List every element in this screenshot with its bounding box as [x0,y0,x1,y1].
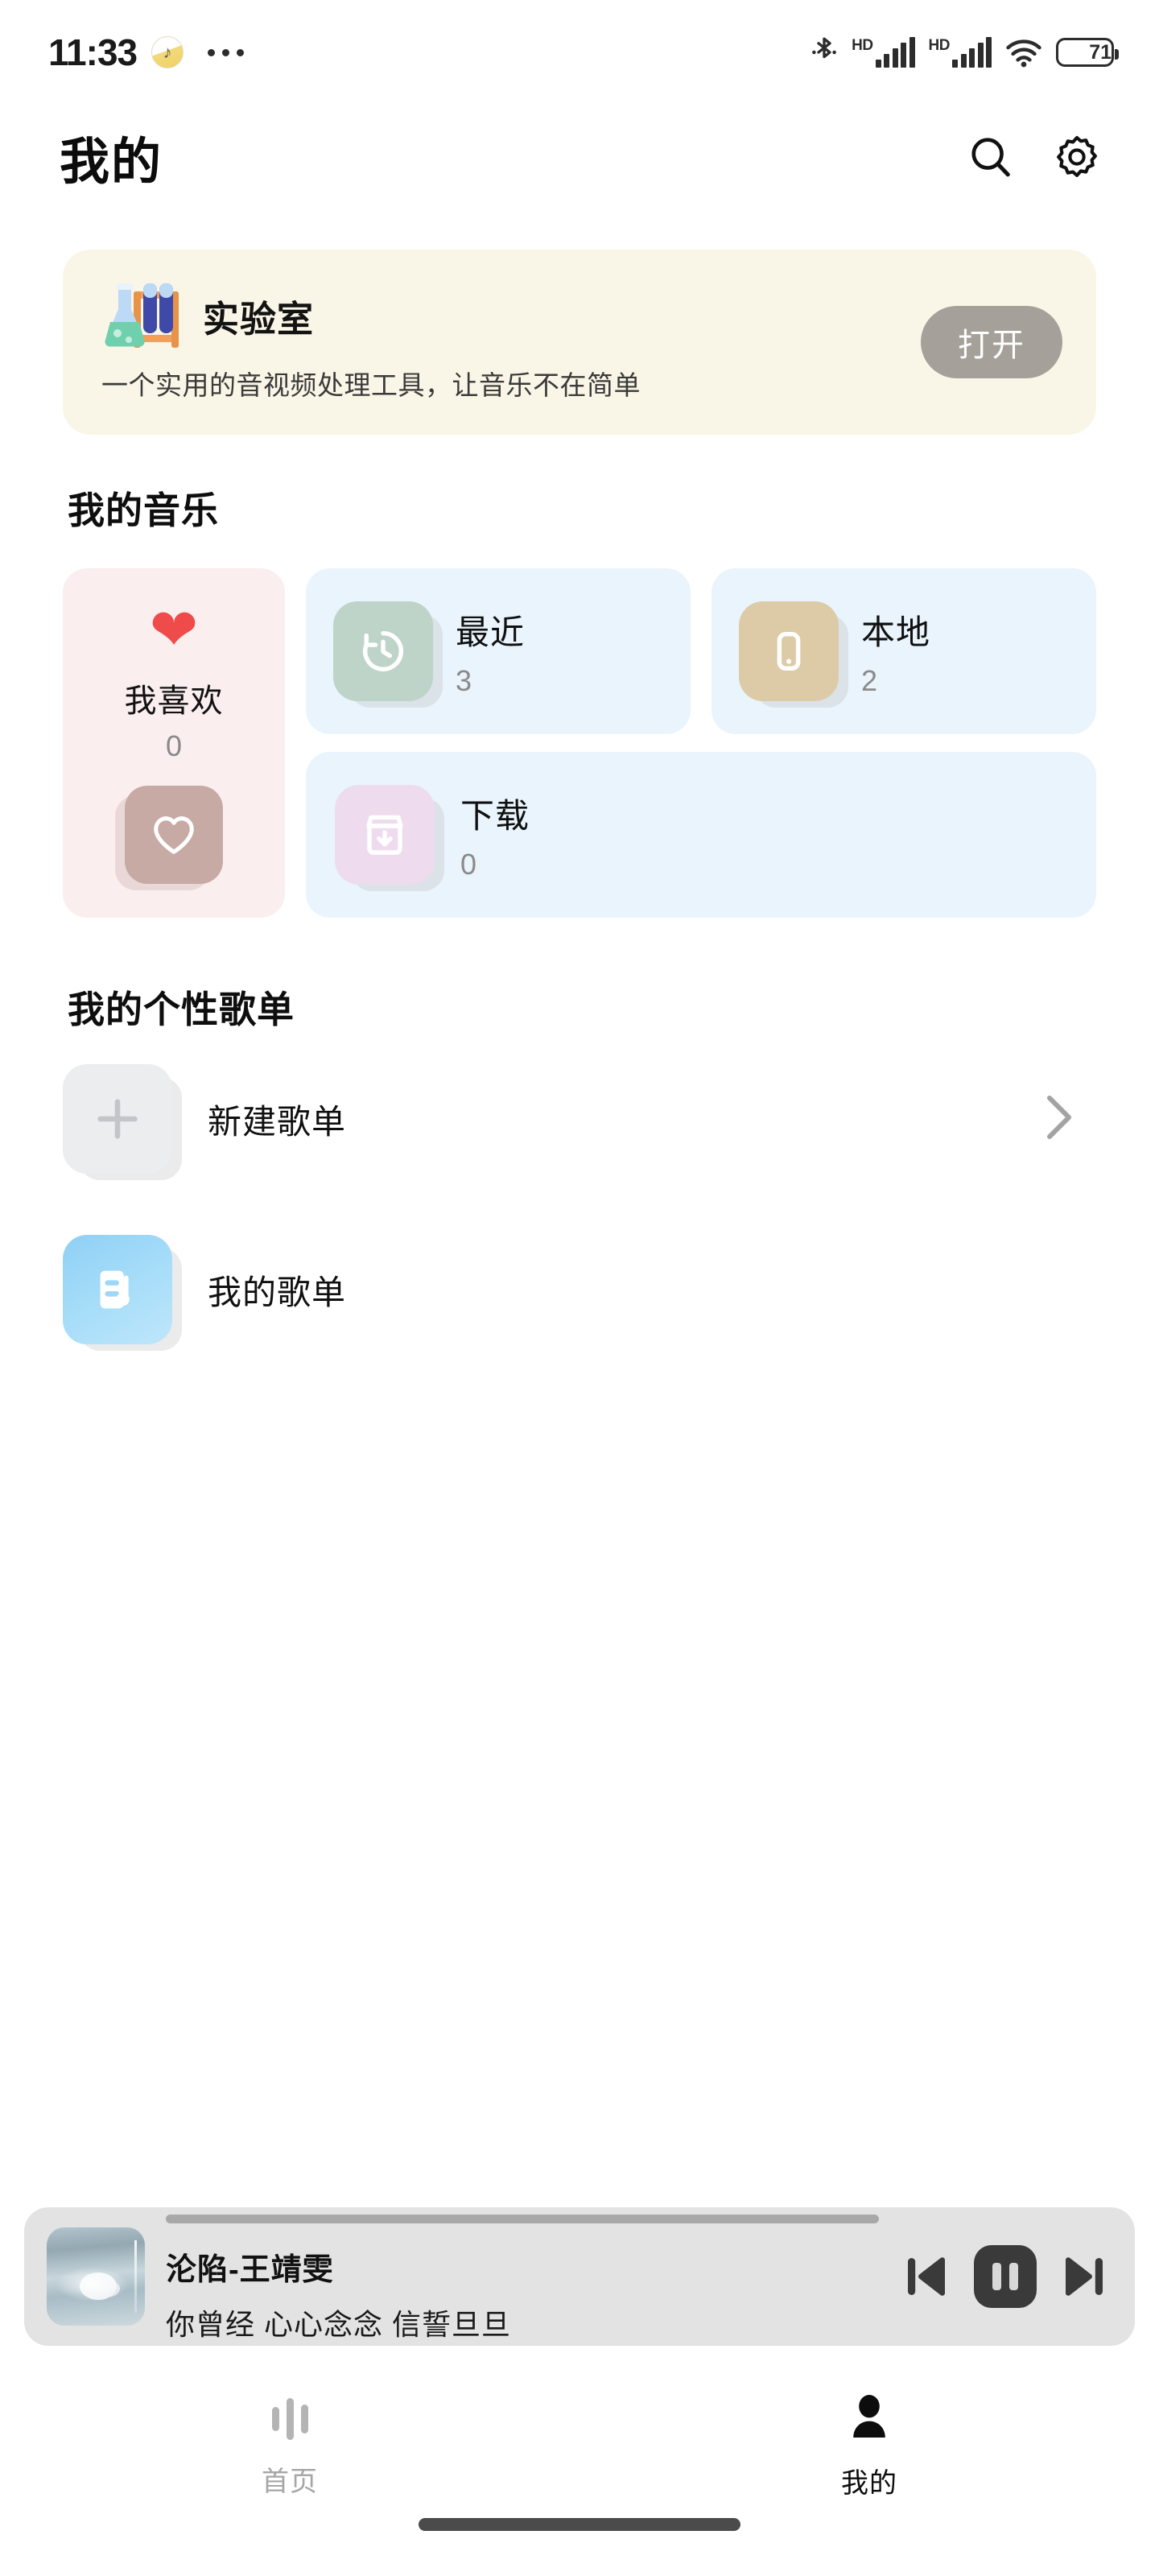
heart-filled-icon: ❤ [149,598,199,663]
lab-banner-top: 实验室 [98,277,1064,354]
chevron-right-icon[interactable] [1041,1093,1075,1146]
equalizer-icon [271,2396,308,2442]
lab-banner-card[interactable]: 实验室 一个实用的音视频处理工具，让音乐不在简单 打开 [63,250,1096,435]
mini-player[interactable]: 沦陷-王靖雯 你曾经 心心念念 信誓旦旦 [24,2207,1135,2346]
favorites-count: 0 [165,729,183,763]
recent-card-text: 最近 3 [456,605,525,698]
mini-player-lyric: 你曾经 心心念念 信誓旦旦 [166,2308,512,2341]
music-note-icon: ♪ [151,36,184,68]
recent-label: 最近 [456,613,526,651]
home-indicator [419,2518,740,2531]
lab-open-button[interactable]: 打开 [921,306,1062,378]
playlist-music-icon [63,1235,172,1344]
download-label: 下载 [460,796,530,835]
signal-bars-sim1 [875,37,915,68]
music-card-recent[interactable]: 最近 3 [306,568,691,734]
music-card-favorites[interactable]: ❤ 我喜欢 0 [63,568,285,918]
favorites-label: 我喜欢 [124,683,224,720]
status-bar-left: 11:33 ♪ [48,31,245,74]
clock-history-icon [333,601,433,701]
local-label: 本地 [861,613,931,651]
person-icon [846,2394,893,2443]
playlists-section-title: 我的个性歌单 [68,989,295,1030]
playlist-mine-label: 我的歌单 [208,1273,347,1311]
mini-player-info: 沦陷-王靖雯 你曾经 心心念念 信誓旦旦 [166,2207,882,2346]
bottom-navigation: 首页 我的 [0,2367,1159,2528]
pause-icon[interactable] [974,2245,1037,2308]
playlist-new-label: 新建歌单 [208,1102,347,1141]
mini-player-controls [903,2245,1107,2308]
page-title: 我的 [60,134,163,190]
battery-percent: 71 [1089,40,1112,64]
nav-mine-label: 我的 [841,2468,897,2499]
nav-item-home[interactable]: 首页 [0,2367,580,2528]
recent-count: 3 [456,663,472,697]
playlist-row-new[interactable]: 新建歌单 [63,1034,1096,1204]
hd-label-sim2: HD [928,37,951,54]
heart-outline-icon [125,786,223,885]
album-art-thumbnail[interactable] [47,2227,145,2326]
signal-icon-sim2: HD [929,37,992,68]
wifi-icon [1005,37,1042,68]
music-card-local[interactable]: 本地 2 [711,568,1096,734]
nav-item-mine[interactable]: 我的 [580,2367,1159,2528]
lab-flask-icon [98,277,182,354]
local-count: 2 [861,663,878,697]
playlist-row-mine[interactable]: 我的歌单 [63,1204,1096,1375]
plus-icon [63,1064,172,1174]
more-dots-icon [208,48,245,56]
local-card-text: 本地 2 [861,605,930,698]
signal-bars-sim2 [952,37,992,68]
download-card-text: 下载 0 [460,789,530,881]
progress-bar-track[interactable] [166,2215,879,2223]
battery-indicator: 71 [1056,38,1119,67]
status-bar-right: HD HD 71 [810,35,1119,69]
music-cards-row-1: 最近 3 本地 2 [306,568,1096,734]
phone-icon [739,601,839,701]
app-header: 我的 [0,105,1159,209]
music-card-download[interactable]: 下载 0 [306,752,1096,918]
status-bar: 11:33 ♪ HD HD 71 [0,0,1159,105]
lab-banner-title: 实验室 [203,298,315,340]
skip-previous-icon[interactable] [903,2252,950,2301]
skip-next-icon[interactable] [1061,2252,1107,2301]
header-actions [967,133,1101,181]
signal-icon-sim1: HD [852,37,915,68]
my-music-section-title: 我的音乐 [68,489,219,531]
lab-banner-subtitle: 一个实用的音视频处理工具，让音乐不在简单 [101,370,641,400]
my-music-grid: ❤ 我喜欢 0 最近 3 本地 2 下载 0 [63,568,1096,918]
download-count: 0 [460,847,477,881]
status-time: 11:33 [48,31,138,73]
bluetooth-icon [810,35,838,69]
search-icon[interactable] [967,134,1014,180]
download-box-icon [335,785,435,885]
nav-home-label: 首页 [262,2466,318,2497]
gear-icon[interactable] [1053,133,1101,181]
hd-label-sim1: HD [852,37,873,54]
mini-player-title: 沦陷-王靖雯 [166,2253,334,2287]
